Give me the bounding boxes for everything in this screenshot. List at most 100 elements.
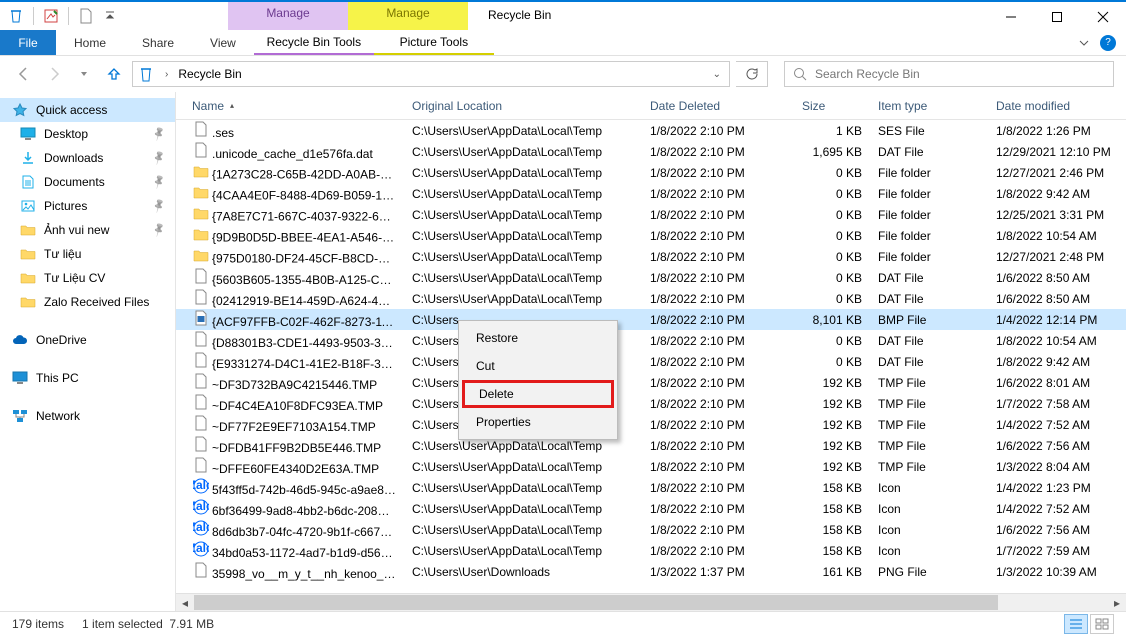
horizontal-scrollbar[interactable]: ◂ ▸ (176, 593, 1126, 611)
sidebar-item[interactable]: Zalo Received Files (0, 290, 175, 314)
table-row[interactable]: {5603B605-1355-4B0B-A125-C0CBE...C:\User… (176, 267, 1126, 288)
file-type: Icon (870, 544, 988, 558)
file-type: File folder (870, 208, 988, 222)
sort-ascending-icon: ▴ (230, 101, 234, 110)
table-row[interactable]: Zalo6bf36499-9ad8-4bb2-b6dc-208e1a...C:\… (176, 498, 1126, 519)
col-date-modified[interactable]: Date modified (988, 99, 1126, 113)
table-row[interactable]: {4CAA4E0F-8488-4D69-B059-175D2...C:\User… (176, 183, 1126, 204)
scroll-left-icon[interactable]: ◂ (176, 594, 194, 612)
file-location: C:\Users\User\AppData\Local\Temp (404, 460, 642, 474)
table-row[interactable]: .sesC:\Users\User\AppData\Local\Temp1/8/… (176, 120, 1126, 141)
sidebar-item[interactable]: Documents (0, 170, 175, 194)
address-bar[interactable]: › Recycle Bin ⌄ (132, 61, 730, 87)
ctx-restore[interactable]: Restore (462, 324, 614, 352)
tab-picture-tools[interactable]: Picture Tools (374, 30, 494, 55)
large-icons-view-button[interactable] (1090, 614, 1114, 634)
sidebar-this-pc[interactable]: This PC (0, 366, 175, 390)
table-row[interactable]: {1A273C28-C65B-42DD-A0AB-96E...C:\Users\… (176, 162, 1126, 183)
sidebar-network[interactable]: Network (0, 404, 175, 428)
file-type: TMP File (870, 460, 988, 474)
file-icon (192, 289, 210, 305)
file-name: {ACF97FFB-C02F-462F-8273-11D18... (212, 315, 404, 329)
file-icon (192, 121, 210, 137)
sidebar-quick-access[interactable]: Quick access (0, 98, 175, 122)
table-row[interactable]: ~DFFE60FE4340D2E63A.TMPC:\Users\User\App… (176, 456, 1126, 477)
scroll-thumb[interactable] (194, 595, 998, 610)
forward-button[interactable] (42, 62, 66, 86)
sidebar-item[interactable]: Desktop (0, 122, 175, 146)
file-type: File folder (870, 250, 988, 264)
table-row[interactable]: ~DF4C4EA10F8DFC93EA.TMPC:\Users1/8/2022 … (176, 393, 1126, 414)
ctx-cut[interactable]: Cut (462, 352, 614, 380)
qat-properties-icon[interactable] (41, 4, 61, 28)
col-name[interactable]: Name▴ (184, 99, 404, 113)
file-type: Icon (870, 502, 988, 516)
tab-recycle-bin-tools[interactable]: Recycle Bin Tools (254, 30, 374, 55)
sidebar-item[interactable]: Ảnh vui new (0, 218, 175, 242)
help-icon[interactable]: ? (1100, 35, 1116, 51)
file-type: SES File (870, 124, 988, 138)
details-view-button[interactable] (1064, 614, 1088, 634)
sidebar-item[interactable]: Downloads (0, 146, 175, 170)
table-row[interactable]: Zalo34bd0a53-1172-4ad7-b1d9-d5631a...C:\… (176, 540, 1126, 561)
table-row[interactable]: {02412919-BE14-459D-A624-4F43D...C:\User… (176, 288, 1126, 309)
address-dropdown-icon[interactable]: ⌄ (709, 69, 725, 80)
close-button[interactable] (1080, 2, 1126, 32)
qat-file-icon[interactable] (76, 4, 96, 28)
table-row[interactable]: {7A8E7C71-667C-4037-9322-63F99...C:\User… (176, 204, 1126, 225)
tab-view[interactable]: View (192, 30, 254, 55)
col-size[interactable]: Size (794, 99, 870, 113)
table-row[interactable]: {E9331274-D4C1-41E2-B18F-322146...C:\Use… (176, 351, 1126, 372)
table-row[interactable]: ~DF3D732BA9C4215446.TMPC:\Users1/8/2022 … (176, 372, 1126, 393)
search-input[interactable]: Search Recycle Bin (784, 61, 1114, 87)
table-row[interactable]: {ACF97FFB-C02F-462F-8273-11D18...C:\User… (176, 309, 1126, 330)
folder-icon (20, 222, 36, 238)
desktop-icon (20, 126, 36, 142)
col-item-type[interactable]: Item type (870, 99, 988, 113)
tab-share[interactable]: Share (124, 30, 192, 55)
file-size: 192 KB (794, 418, 870, 432)
table-row[interactable]: {D88301B3-CDE1-4493-9503-38412...C:\User… (176, 330, 1126, 351)
sidebar-item[interactable]: Tư Liệu CV (0, 266, 175, 290)
recent-locations-button[interactable] (72, 62, 96, 86)
tab-home[interactable]: Home (56, 30, 124, 55)
sidebar-item[interactable]: Pictures (0, 194, 175, 218)
qat-customize-icon[interactable] (100, 4, 120, 28)
table-row[interactable]: 35998_vo__m_y_t__nh_kenoo_t12...C:\Users… (176, 561, 1126, 582)
col-date-deleted[interactable]: Date Deleted (642, 99, 794, 113)
table-row[interactable]: {975D0180-DF24-45CF-B8CD-B88A...C:\Users… (176, 246, 1126, 267)
file-type: DAT File (870, 292, 988, 306)
breadcrumb[interactable]: Recycle Bin (178, 67, 702, 81)
ctx-properties[interactable]: Properties (462, 408, 614, 436)
sidebar-item-label: Desktop (44, 127, 88, 141)
folder-icon (20, 294, 36, 310)
col-original-location[interactable]: Original Location (404, 99, 642, 113)
file-date-deleted: 1/8/2022 2:10 PM (642, 460, 794, 474)
up-button[interactable] (102, 62, 126, 86)
maximize-button[interactable] (1034, 2, 1080, 32)
table-row[interactable]: Zalo5f43ff5d-742b-46d5-945c-a9ae842e...C… (176, 477, 1126, 498)
sidebar-onedrive[interactable]: OneDrive (0, 328, 175, 352)
back-button[interactable] (12, 62, 36, 86)
sidebar-item[interactable]: Tư liệu (0, 242, 175, 266)
folder-icon (20, 246, 36, 262)
table-row[interactable]: .unicode_cache_d1e576fa.datC:\Users\User… (176, 141, 1126, 162)
scroll-right-icon[interactable]: ▸ (1108, 594, 1126, 612)
chevron-right-icon[interactable]: › (161, 69, 172, 80)
ribbon-expand-icon[interactable] (1078, 37, 1090, 49)
file-date-deleted: 1/8/2022 2:10 PM (642, 229, 794, 243)
refresh-button[interactable] (736, 61, 768, 87)
table-row[interactable]: Zalo8d6db3b7-04fc-4720-9b1f-c66775a...C:… (176, 519, 1126, 540)
file-size: 0 KB (794, 271, 870, 285)
file-type: TMP File (870, 439, 988, 453)
file-menu[interactable]: File (0, 30, 56, 55)
svg-text:Zalo: Zalo (193, 478, 209, 492)
table-row[interactable]: ~DF77F2E9EF7103A154.TMPC:\Users1/8/2022 … (176, 414, 1126, 435)
table-row[interactable]: {9D9B0D5D-BBEE-4EA1-A546-5EF6...C:\Users… (176, 225, 1126, 246)
table-row[interactable]: ~DFDB41FF9B2DB5E446.TMPC:\Users\User\App… (176, 435, 1126, 456)
ctx-delete[interactable]: Delete (462, 380, 614, 408)
downloads-icon (20, 150, 36, 166)
file-date-deleted: 1/8/2022 2:10 PM (642, 481, 794, 495)
svg-text:Zalo: Zalo (193, 541, 209, 555)
minimize-button[interactable] (988, 2, 1034, 32)
